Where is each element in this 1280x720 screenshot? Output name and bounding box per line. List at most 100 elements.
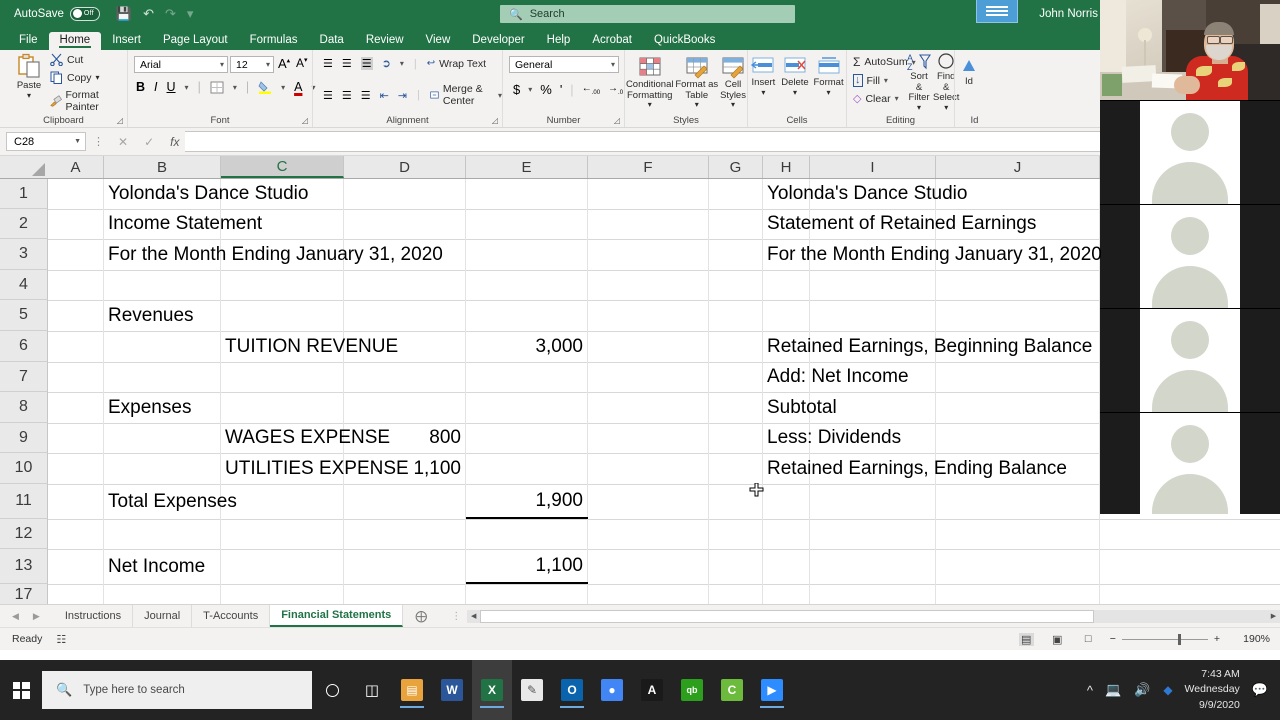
cell-I17[interactable]: [810, 584, 936, 604]
cell-B8[interactable]: Expenses: [104, 392, 221, 423]
tab-data[interactable]: Data: [309, 32, 355, 50]
cut-button[interactable]: Cut: [50, 53, 127, 66]
cell-E8[interactable]: [466, 392, 588, 423]
fx-icon[interactable]: fx: [170, 135, 179, 149]
customize-quick-access-icon[interactable]: ▾: [187, 7, 194, 20]
tab-page-layout[interactable]: Page Layout: [152, 32, 239, 50]
align-center-icon[interactable]: ☰: [342, 89, 352, 102]
horizontal-scrollbar[interactable]: ⋮ ◀ ▶: [439, 610, 1280, 623]
column-header-e[interactable]: E: [466, 156, 588, 178]
cell-C4[interactable]: [221, 270, 344, 300]
taskbar-app-zoom[interactable]: ▶: [752, 660, 792, 720]
tab-home[interactable]: Home: [49, 32, 102, 50]
column-header-f[interactable]: F: [588, 156, 709, 178]
tab-developer[interactable]: Developer: [461, 32, 535, 50]
wrap-text-button[interactable]: ↩ Wrap Text: [427, 58, 486, 70]
cell-F2[interactable]: [588, 209, 709, 239]
cell-E17[interactable]: [466, 584, 588, 604]
cell-G4[interactable]: [709, 270, 763, 300]
fill-color-icon[interactable]: [258, 80, 272, 94]
taskbar-app-snipping-tool[interactable]: ✎: [512, 660, 552, 720]
sort-filter-button[interactable]: A Z Sort & Filter ▾: [907, 52, 931, 113]
cell-G6[interactable]: [709, 331, 763, 362]
cell-H6[interactable]: Retained Earnings, Beginning Balance: [763, 331, 810, 362]
sheet-tab-t-accounts[interactable]: T-Accounts: [192, 605, 270, 627]
cell-F17[interactable]: [588, 584, 709, 604]
clipboard-dialog-launcher[interactable]: ◿: [117, 116, 123, 125]
cell-A3[interactable]: [48, 239, 104, 270]
cell-C6[interactable]: TUITION REVENUE: [221, 331, 344, 362]
insert-cells-button[interactable]: Insert ▾: [750, 56, 776, 98]
cell-G10[interactable]: [709, 453, 763, 484]
cell-D8[interactable]: [344, 392, 466, 423]
underline-dropdown-icon[interactable]: ▾: [185, 83, 189, 92]
name-box-expand-icon[interactable]: ⋮: [93, 135, 105, 148]
taskbar-app-file-explorer[interactable]: ▤: [392, 660, 432, 720]
tab-insert[interactable]: Insert: [101, 32, 152, 50]
task-view-icon[interactable]: ◫: [352, 660, 392, 720]
cell-E3[interactable]: [466, 239, 588, 270]
redo-icon[interactable]: ↷: [165, 7, 176, 20]
cell-H1[interactable]: Yolonda's Dance Studio: [763, 179, 810, 209]
clock[interactable]: 7:43 AM Wednesday 9/9/2020: [1185, 667, 1252, 713]
autosave-switch[interactable]: Off: [70, 7, 100, 21]
percent-style-button[interactable]: %: [540, 82, 552, 97]
notification-icon[interactable]: 💬: [1252, 682, 1274, 698]
zoom-thumb[interactable]: [1178, 634, 1181, 645]
cell-B12[interactable]: [104, 519, 221, 549]
hscroll-left-icon[interactable]: ◀: [467, 610, 480, 623]
font-size-combo[interactable]: 12 ▾: [230, 56, 274, 73]
cell-C11[interactable]: [221, 484, 344, 519]
cell-F8[interactable]: [588, 392, 709, 423]
tab-review[interactable]: Review: [355, 32, 415, 50]
cell-D7[interactable]: [344, 362, 466, 392]
decrease-decimal-button[interactable]: →.0: [608, 83, 623, 96]
delete-cells-button[interactable]: Delete ▾: [781, 56, 808, 98]
cell-I12[interactable]: [810, 519, 936, 549]
hscroll-thumb[interactable]: [480, 610, 1094, 623]
row-header-2[interactable]: 2: [0, 209, 48, 239]
cell-E6[interactable]: 3,000: [466, 331, 588, 362]
cell-J17[interactable]: [936, 584, 1100, 604]
cell-E4[interactable]: [466, 270, 588, 300]
cell-J7[interactable]: [936, 362, 1100, 392]
row-header-5[interactable]: 5: [0, 300, 48, 331]
cell-H13[interactable]: [763, 549, 810, 584]
taskbar-app-word[interactable]: W: [432, 660, 472, 720]
cell-E11[interactable]: 1,900: [466, 484, 588, 519]
font-name-combo[interactable]: Arial ▾: [134, 56, 228, 73]
cancel-icon[interactable]: ✕: [118, 135, 128, 149]
cell-B7[interactable]: [104, 362, 221, 392]
save-icon[interactable]: 💾: [116, 7, 132, 20]
chevron-up-icon[interactable]: ^: [1087, 683, 1105, 698]
increase-font-size-button[interactable]: A▴: [278, 56, 290, 71]
cell-H3[interactable]: For the Month Ending January 31, 2020: [763, 239, 810, 270]
cell-J5[interactable]: [936, 300, 1100, 331]
cell-B5[interactable]: Revenues: [104, 300, 221, 331]
cell-H17[interactable]: [763, 584, 810, 604]
cell-F11[interactable]: [588, 484, 709, 519]
row-header-8[interactable]: 8: [0, 392, 48, 423]
taskbar-app-camtasia[interactable]: C: [712, 660, 752, 720]
sheet-tab-instructions[interactable]: Instructions: [54, 605, 133, 627]
cell-I4[interactable]: [810, 270, 936, 300]
column-header-g[interactable]: G: [709, 156, 763, 178]
cell-D9[interactable]: 800: [344, 423, 466, 453]
row-header-17[interactable]: 17: [0, 584, 48, 604]
page-break-view-icon[interactable]: □: [1081, 633, 1096, 646]
comma-style-button[interactable]: ': [560, 82, 562, 97]
cell-B4[interactable]: [104, 270, 221, 300]
format-as-table-button[interactable]: Format as Table ▾: [675, 56, 718, 110]
cell-B3[interactable]: For the Month Ending January 31, 2020: [104, 239, 221, 270]
column-header-h[interactable]: H: [763, 156, 810, 178]
align-middle-icon[interactable]: ☰: [342, 57, 352, 70]
cell-E2[interactable]: [466, 209, 588, 239]
zoom-in-button[interactable]: +: [1214, 633, 1220, 645]
cell-H10[interactable]: Retained Earnings, Ending Balance: [763, 453, 810, 484]
taskbar-app-excel[interactable]: X: [472, 660, 512, 720]
add-sheet-icon[interactable]: ⨁: [403, 609, 439, 623]
row-header-12[interactable]: 12: [0, 519, 48, 549]
taskbar-app-quickbooks[interactable]: qb: [672, 660, 712, 720]
cell-E10[interactable]: [466, 453, 588, 484]
cell-E9[interactable]: [466, 423, 588, 453]
